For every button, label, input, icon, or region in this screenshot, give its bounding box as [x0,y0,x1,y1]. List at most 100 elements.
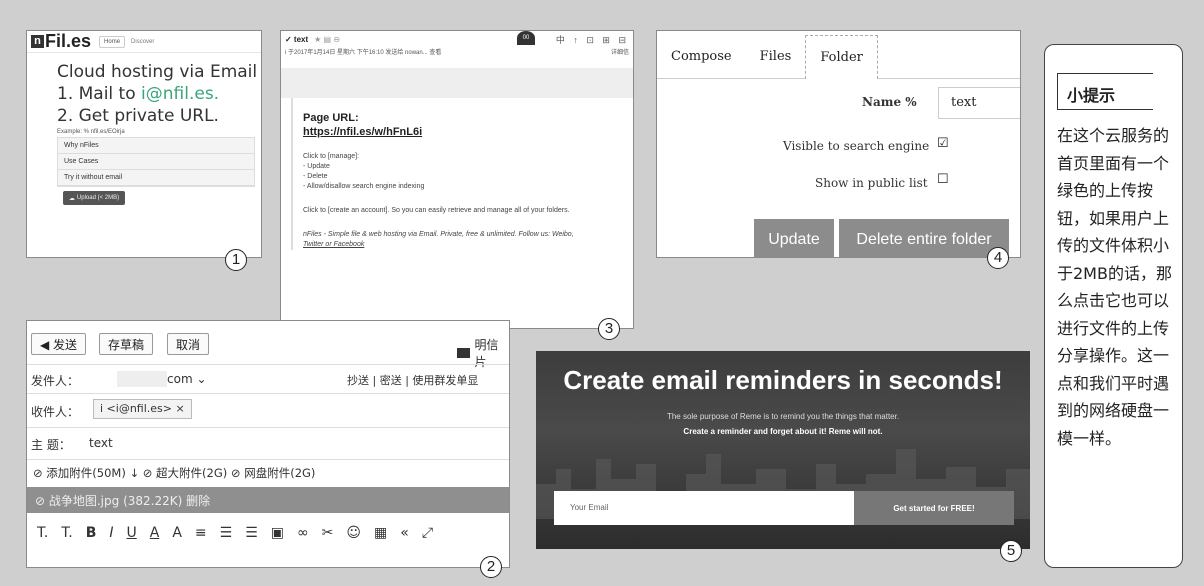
cloud-upload-icon: ☁ [68,195,75,202]
logo-text: Fil.es [45,31,92,51]
footer-line-1: nFiles - Simple file & web hosting via E… [303,231,574,238]
mail-sent-info: i 于2017年1月14日 星期六 下午16:10 发送给 nowan... 查… [285,50,442,56]
image-icon[interactable]: ▣ [271,525,284,541]
cc-bcc-links[interactable]: 抄送 | 密送 | 使用群发单显 [347,372,478,388]
tab-files[interactable]: Files [746,49,806,78]
star-icon[interactable]: ★ ▤ ⊖ [314,35,340,44]
folder-name-input[interactable]: text [938,87,1020,119]
badge-2: 2 [480,556,502,578]
public-checkbox[interactable]: ☐ [937,172,949,185]
upload-button[interactable]: ☁ Upload (< 2MB) [63,191,125,205]
sender-redacted [117,371,167,387]
tip-title-text: 小提示 [1067,86,1116,105]
tab-home[interactable]: Home [99,35,126,48]
scissors-icon[interactable]: ✂ [322,525,334,541]
visible-label: Visible to search engine [783,139,930,153]
compose-mail-panel: ◀ 发送 存草稿 取消 明信片 发件人： com ⌄ 抄送 | 密送 | 使用群… [26,320,510,568]
badge-3: 3 [598,318,620,340]
reme-tagline: The sole purpose of Reme is to remind yo… [666,412,900,421]
action-indexing: - Allow/disallow search engine indexing [303,183,425,190]
name-label: Name % [862,95,917,109]
list-item-use-cases[interactable]: Use Cases [58,154,254,170]
font-color-icon[interactable]: A [150,525,160,541]
font-size-small-icon[interactable]: T. [61,525,72,541]
nfiles-logo[interactable]: n Fil.es [31,31,91,52]
editor-toolbar: T. T. B I U A A ≡ ☰ ☰ ▣ ∞ ✂ ☺ ▦ « ⤢ [37,525,433,541]
underline-icon[interactable]: U [127,525,137,541]
bold-icon[interactable]: B [86,525,97,541]
tip-body: 在这个云服务的首页里面有一个绿色的上传按钮，如果用户上传的文件体积小于2MB的话… [1057,126,1172,448]
nfiles-homepage-panel: n Fil.es Home Discover Cloud hosting via… [26,30,262,258]
create-account-line[interactable]: Click to [create an account]. So you can… [303,206,627,216]
avatar[interactable]: 00 [517,31,535,45]
table-icon[interactable]: ▦ [374,525,387,541]
step-one-prefix: 1. Mail to [57,84,142,104]
logo-mark: n [31,35,44,48]
badge-4: 4 [987,247,1009,269]
mail-body: Page URL: https://nfil.es/w/hFnL6i Click… [291,98,633,250]
link-icon[interactable]: ∞ [297,525,309,541]
reme-landing-panel: Create email reminders in seconds! The s… [536,351,1030,549]
subject-label: 主 题： [31,438,71,452]
subject-input[interactable]: text [89,436,113,450]
mail-meta: i 于2017年1月14日 星期六 下午16:10 发送给 nowan... 查… [281,47,633,56]
italic-icon[interactable]: I [109,525,113,541]
tip-title: 小提示 [1057,73,1153,110]
attach-links[interactable]: ⊘ 添加附件(50M) ↓ ⊘ 超大附件(2G) ⊘ 网盘附件(2G) [33,465,315,481]
get-started-button[interactable]: Get started for FREE! [854,491,1014,525]
update-button[interactable]: Update [754,219,834,257]
manage-line[interactable]: Click to [manage]: [303,152,627,162]
mail-subject: ✓ text [285,34,309,44]
visible-checkbox[interactable]: ☑ [937,136,949,149]
postcard-icon [457,348,471,358]
email-input[interactable]: Your Email [554,491,854,525]
font-size-icon[interactable]: T. [37,525,48,541]
tab-folder[interactable]: Folder [805,35,878,79]
page-url-link[interactable]: https://nfil.es/w/hFnL6i [303,126,627,138]
nfiles-topbar: n Fil.es Home Discover [27,31,261,53]
step-two: 2. Get private URL. [57,106,219,126]
align-icon[interactable]: ≡ [195,525,207,541]
indent-icon[interactable]: ☰ [245,525,258,541]
to-label: 收件人： [31,405,80,419]
send-button[interactable]: ◀ 发送 [31,333,87,355]
reme-subtagline: Create a reminder and forget about it! R… [683,427,883,436]
reme-headline: Create email reminders in seconds! [563,365,1003,395]
save-draft-button[interactable]: 存草稿 [99,333,154,355]
upload-label: Upload (< 2MB) [76,195,120,201]
service-email: i@nfil.es. [141,84,220,104]
info-list: Why nFiles Use Cases Try it without emai… [57,137,255,187]
hero-heading: Cloud hosting via Email [57,62,258,82]
tip-box: 小提示 在这个云服务的首页里面有一个绿色的上传按钮，如果用户上传的文件体积小于2… [1044,44,1183,568]
action-update: - Update [303,163,330,170]
expand-icon[interactable]: ⤢ [422,525,433,541]
list-item-why[interactable]: Why nFiles [58,138,254,154]
folder-settings-panel: Compose Files Folder Name % text Visible… [656,30,1021,258]
bullet-list-icon[interactable]: ☰ [220,525,233,541]
example-url: Example: % nfil.es/EOirja [57,129,125,135]
tab-discover[interactable]: Discover [131,39,154,45]
toolbar-icons[interactable]: 中 ↑ ⊡ ⊞ ⊟ [556,33,629,46]
action-delete: - Delete [303,173,328,180]
tab-compose[interactable]: Compose [657,49,746,78]
step-one: 1. Mail to i@nfil.es. [27,83,261,105]
badge-5: 5 [1000,540,1022,562]
mail-divider [281,68,633,98]
collapse-icon[interactable]: « [400,525,409,541]
email-reply-panel: ✓ text ★ ▤ ⊖ 00 中 ↑ ⊡ ⊞ ⊟ i 于2017年1月14日 … [280,30,634,329]
page-url-label: Page URL: [303,112,359,124]
attachment-row[interactable]: ⊘ 战争地图.jpg (382.22K) 删除 [27,487,509,513]
footer-line-2[interactable]: Twitter or Facebook [303,240,627,250]
emoji-icon[interactable]: ☺ [346,525,361,541]
details-link[interactable]: 详细信 [611,47,629,56]
folder-tabs: Compose Files Folder [657,31,1020,79]
from-value[interactable]: com ⌄ [167,372,207,386]
public-label: Show in public list [815,176,928,190]
cancel-button[interactable]: 取消 [167,333,210,355]
list-item-try[interactable]: Try it without email [58,170,254,186]
delete-folder-button[interactable]: Delete entire folder [839,219,1009,257]
recipient-chip[interactable]: i <i@nfil.es> × [93,399,192,419]
badge-1: 1 [225,249,247,271]
from-label: 发件人： [31,374,80,388]
highlight-icon[interactable]: A [172,525,182,541]
